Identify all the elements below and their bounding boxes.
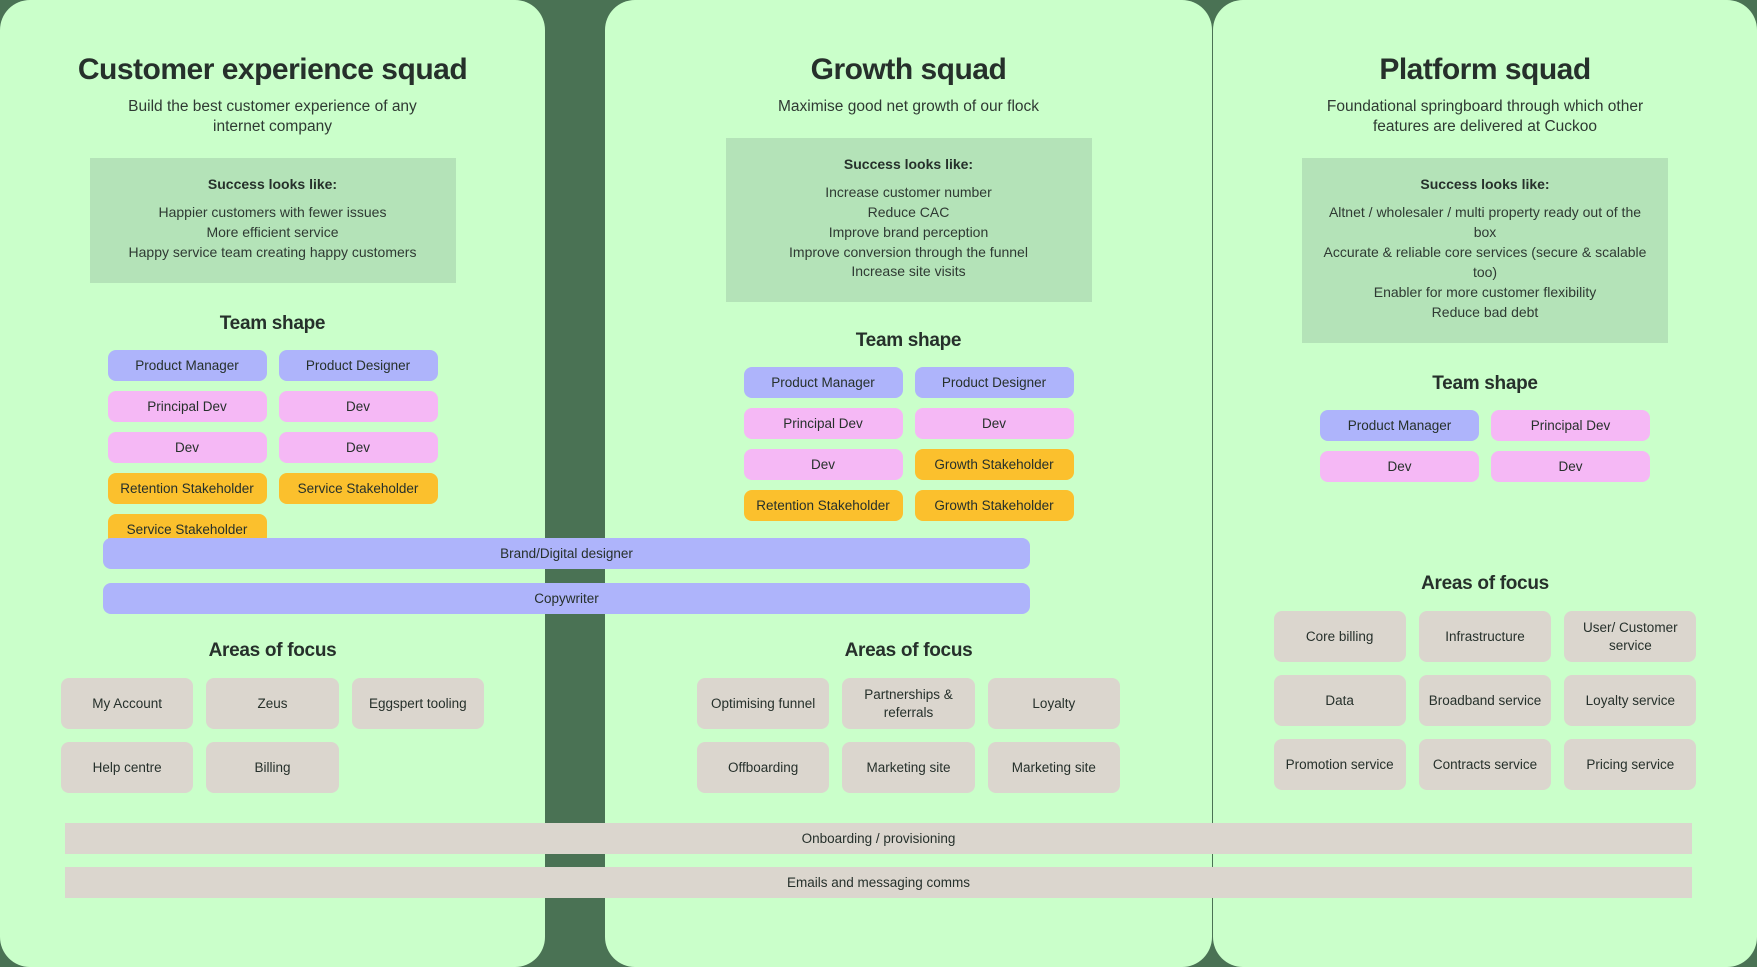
- column-platform-squad: Platform squad Foundational springboard …: [1213, 0, 1757, 967]
- team-role-pill[interactable]: Service Stakeholder: [278, 473, 438, 505]
- team-role-pill[interactable]: Principal Dev: [743, 408, 903, 440]
- team-role-pill[interactable]: Retention Stakeholder: [743, 490, 903, 522]
- focus-card[interactable]: Billing: [206, 742, 339, 793]
- focus-card[interactable]: Broadband service: [1418, 675, 1552, 726]
- focus-card[interactable]: Help centre: [61, 742, 194, 793]
- column-customer-experience-squad: Customer experience squad Build the best…: [0, 0, 545, 967]
- success-line: Improve brand perception: [828, 223, 989, 240]
- focus-card[interactable]: Pricing service: [1564, 739, 1697, 790]
- team-shape-heading: Team shape: [855, 330, 962, 352]
- areas-of-focus-heading: Areas of focus: [1421, 573, 1549, 594]
- team-role-pill[interactable]: Growth Stakeholder: [914, 490, 1074, 522]
- team-role-pill[interactable]: Dev: [1320, 450, 1479, 482]
- success-line: Improve conversion through the funnel: [789, 243, 1028, 260]
- success-line: Increase customer number: [825, 183, 992, 200]
- team-shape-grid: Product Manager Product Designer Princip…: [107, 350, 438, 546]
- focus-card[interactable]: Partnerships & referrals: [842, 678, 975, 729]
- focus-card[interactable]: Loyalty service: [1564, 675, 1697, 726]
- success-line: Increase site visits: [851, 263, 966, 280]
- team-role-pill[interactable]: Dev: [107, 432, 267, 464]
- shared-role-brand-digital-designer[interactable]: Brand/Digital designer: [103, 538, 1030, 569]
- squad-subtitle: Build the best customer experience of an…: [128, 97, 417, 135]
- team-role-pill[interactable]: Product Manager: [743, 367, 903, 399]
- page-title: Platform squad: [1379, 53, 1591, 86]
- focus-card[interactable]: Eggspert tooling: [351, 678, 484, 729]
- team-role-pill[interactable]: Dev: [278, 432, 438, 464]
- focus-card[interactable]: Offboarding: [697, 742, 830, 793]
- team-role-pill[interactable]: Principal Dev: [107, 391, 267, 423]
- success-heading: Success looks like:: [843, 155, 974, 172]
- team-role-pill[interactable]: Growth Stakeholder: [914, 449, 1074, 481]
- success-heading: Success looks like:: [1420, 176, 1550, 193]
- shared-area-onboarding-provisioning[interactable]: Onboarding / provisioning: [65, 823, 1692, 854]
- team-role-pill[interactable]: Dev: [743, 449, 903, 481]
- success-line: Happy service team creating happy custom…: [128, 244, 417, 261]
- focus-card[interactable]: Loyalty: [987, 678, 1120, 729]
- team-role-pill[interactable]: Dev: [1491, 450, 1650, 482]
- focus-card[interactable]: User/ Customer service: [1564, 611, 1697, 662]
- focus-card[interactable]: Promotion service: [1273, 739, 1406, 790]
- success-heading: Success looks like:: [207, 176, 338, 193]
- team-shape-grid: Product Manager Product Designer Princip…: [743, 367, 1074, 522]
- areas-of-focus-heading: Areas of focus: [844, 640, 973, 661]
- success-line: Happier customers with fewer issues: [158, 204, 387, 221]
- focus-card[interactable]: Core billing: [1273, 611, 1406, 662]
- team-role-pill[interactable]: Dev: [914, 408, 1074, 440]
- success-line: Accurate & reliable core services (secur…: [1323, 244, 1647, 281]
- team-role-pill[interactable]: Principal Dev: [1491, 409, 1650, 441]
- column-growth-squad: Growth squad Maximise good net growth of…: [605, 0, 1212, 967]
- focus-card[interactable]: Infrastructure: [1418, 611, 1552, 662]
- focus-card[interactable]: Contracts service: [1418, 739, 1552, 790]
- success-line: More efficient service: [206, 224, 339, 241]
- shared-area-emails-messaging-comms[interactable]: Emails and messaging comms: [65, 867, 1692, 898]
- success-line: Reduce bad debt: [1431, 303, 1539, 320]
- focus-card[interactable]: Marketing site: [842, 742, 975, 793]
- team-role-pill[interactable]: Dev: [278, 391, 438, 423]
- team-role-pill[interactable]: Retention Stakeholder: [107, 473, 267, 505]
- success-box: Success looks like: Altnet / wholesaler …: [1302, 158, 1668, 343]
- team-role-pill[interactable]: Product Manager: [107, 350, 267, 382]
- areas-of-focus-grid: Core billing Infrastructure User/ Custom…: [1273, 611, 1697, 790]
- success-box: Success looks like: Increase customer nu…: [725, 137, 1092, 303]
- team-shape-grid: Product Manager Principal Dev Dev Dev: [1320, 409, 1650, 482]
- areas-of-focus-grid: Optimising funnel Partnerships & referra…: [697, 678, 1120, 793]
- squad-subtitle: Foundational springboard through which o…: [1326, 97, 1644, 135]
- success-box: Success looks like: Happier customers wi…: [89, 158, 456, 284]
- focus-card[interactable]: Data: [1273, 675, 1406, 726]
- focus-card[interactable]: My Account: [61, 678, 194, 729]
- page-title: Customer experience squad: [77, 53, 468, 86]
- team-role-pill[interactable]: Product Designer: [278, 350, 438, 382]
- team-shape-heading: Team shape: [219, 313, 326, 335]
- squad-subtitle: Maximise good net growth of our flock: [777, 97, 1040, 115]
- focus-card[interactable]: Marketing site: [987, 742, 1120, 793]
- page-title: Growth squad: [810, 53, 1007, 86]
- focus-card[interactable]: Optimising funnel: [697, 678, 830, 729]
- success-line: Reduce CAC: [867, 203, 950, 220]
- team-role-pill[interactable]: Product Designer: [914, 367, 1074, 399]
- focus-card-placeholder: [352, 742, 484, 793]
- squad-structure-board: Customer experience squad Build the best…: [0, 0, 1757, 967]
- areas-of-focus-heading: Areas of focus: [208, 640, 337, 661]
- focus-card[interactable]: Zeus: [206, 678, 339, 729]
- areas-of-focus-grid: My Account Zeus Eggspert tooling Help ce…: [61, 678, 484, 793]
- team-shape-heading: Team shape: [1432, 372, 1538, 394]
- success-line: Enabler for more customer flexibility: [1373, 283, 1597, 300]
- shared-role-copywriter[interactable]: Copywriter: [103, 583, 1030, 614]
- success-line: Altnet / wholesaler / multi property rea…: [1328, 204, 1642, 241]
- team-role-pill[interactable]: Product Manager: [1320, 409, 1479, 441]
